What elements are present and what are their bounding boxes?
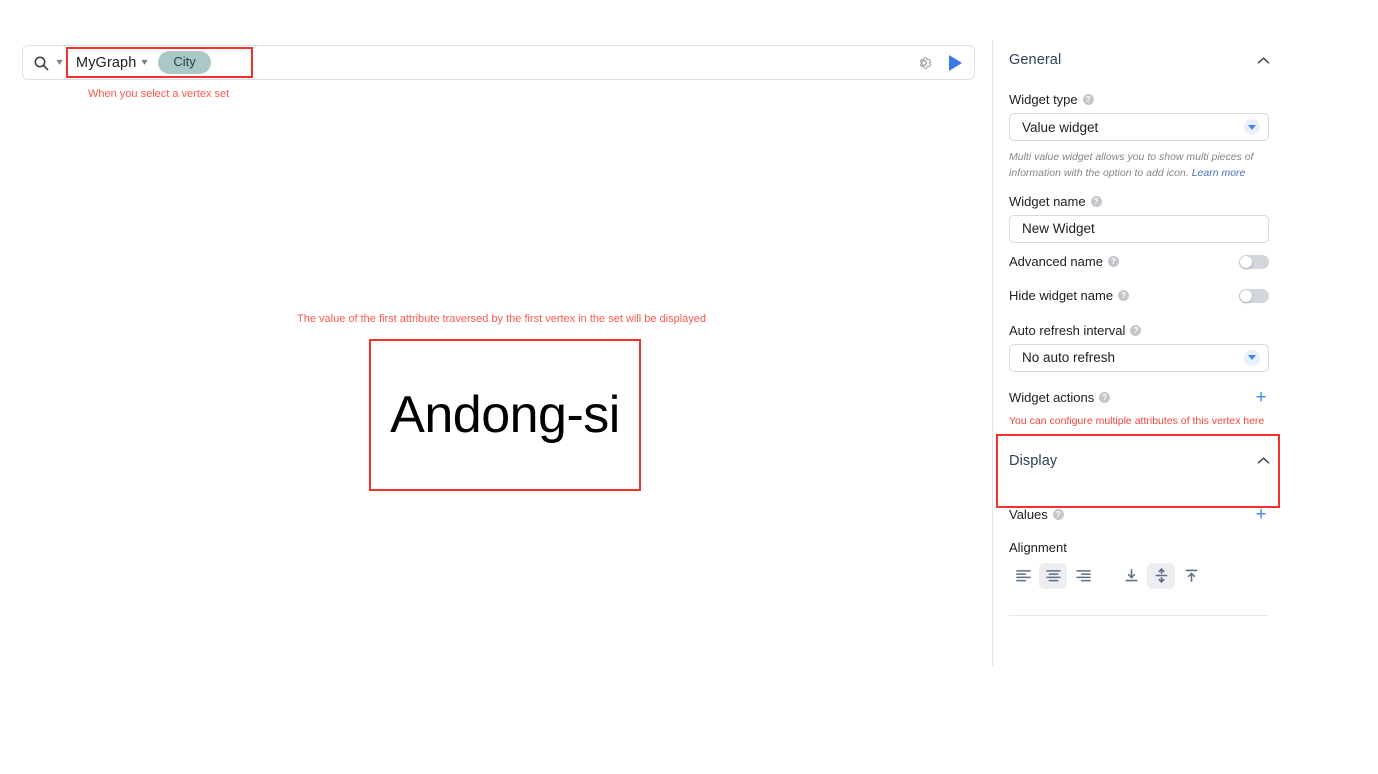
label-hide-widget-name-text: Hide widget name (1009, 288, 1113, 303)
help-icon-values[interactable]: ? (1053, 509, 1064, 520)
label-values-text: Values (1009, 507, 1048, 522)
select-widget-type-value: Value widget (1022, 120, 1244, 135)
search-icon[interactable] (33, 55, 49, 71)
graph-chevron-down-icon[interactable]: ▾ (142, 58, 148, 68)
select-auto-refresh[interactable]: No auto refresh (1009, 344, 1269, 372)
chevron-up-icon-general[interactable] (1257, 56, 1269, 65)
toggle-advanced-name[interactable] (1239, 255, 1269, 269)
annotation-value-description: The value of the first attribute travers… (297, 313, 706, 325)
select-auto-refresh-value: No auto refresh (1022, 350, 1244, 365)
add-widget-action-button[interactable]: + (1253, 388, 1269, 407)
align-left-button[interactable] (1009, 563, 1037, 589)
chevron-down-icon-widget-type[interactable] (1244, 119, 1260, 135)
help-icon-auto-refresh[interactable]: ? (1130, 325, 1141, 336)
input-widget-name-value: New Widget (1022, 221, 1260, 236)
row-values: Values ? + (1009, 505, 1269, 524)
toggle-hide-widget-name[interactable] (1239, 289, 1269, 303)
value-widget-box[interactable]: Andong-si (369, 339, 641, 491)
row-advanced-name[interactable]: Advanced name ? (1009, 247, 1269, 277)
run-query-button[interactable] (949, 55, 962, 71)
label-advanced-name-text: Advanced name (1009, 254, 1103, 269)
learn-more-link[interactable]: Learn more (1192, 167, 1246, 179)
annotation-configure-attributes: You can configure multiple attributes of… (1009, 415, 1264, 427)
help-icon-widget-type[interactable]: ? (1083, 94, 1094, 105)
row-hide-widget-name[interactable]: Hide widget name ? (1009, 281, 1269, 311)
gear-icon[interactable] (915, 54, 933, 72)
panel-divider (1009, 615, 1269, 616)
help-icon-hide-widget-name[interactable]: ? (1118, 290, 1129, 301)
align-bottom-button[interactable] (1117, 563, 1145, 589)
input-widget-name[interactable]: New Widget (1009, 215, 1269, 243)
helper-text-widget-type: Multi value widget allows you to show mu… (1009, 149, 1269, 182)
section-header-display[interactable]: Display (1009, 441, 1269, 481)
label-widget-actions-text: Widget actions (1009, 390, 1094, 405)
label-alignment: Alignment (1009, 540, 1269, 555)
label-widget-name-text: Widget name (1009, 194, 1086, 209)
help-icon-advanced-name[interactable]: ? (1108, 256, 1119, 267)
settings-panel: General Widget type ? Value widget Multi… (992, 40, 1282, 666)
alignment-controls (1009, 563, 1269, 589)
label-widget-type: Widget type ? (1009, 92, 1269, 107)
align-center-button[interactable] (1039, 563, 1067, 589)
label-auto-refresh-text: Auto refresh interval (1009, 323, 1125, 338)
label-auto-refresh: Auto refresh interval ? (1009, 323, 1269, 338)
align-right-button[interactable] (1069, 563, 1097, 589)
chevron-up-icon-display[interactable] (1257, 456, 1269, 465)
add-value-button[interactable]: + (1253, 505, 1269, 524)
select-widget-type[interactable]: Value widget (1009, 113, 1269, 141)
help-icon-widget-name[interactable]: ? (1091, 196, 1102, 207)
chevron-down-icon-auto-refresh[interactable] (1244, 350, 1260, 366)
align-middle-button[interactable] (1147, 563, 1175, 589)
align-top-button[interactable] (1177, 563, 1205, 589)
label-widget-actions: Widget actions ? (1009, 390, 1110, 405)
label-values: Values ? (1009, 507, 1064, 522)
value-widget-text: Andong-si (390, 389, 620, 441)
help-icon-widget-actions[interactable]: ? (1099, 392, 1110, 403)
label-widget-name: Widget name ? (1009, 194, 1269, 209)
graph-name-label[interactable]: MyGraph (76, 55, 136, 71)
query-bar[interactable]: ▾ MyGraph ▾ City (22, 45, 975, 80)
label-hide-widget-name: Hide widget name ? (1009, 288, 1129, 303)
section-header-general[interactable]: General (1009, 40, 1269, 80)
row-widget-actions: Widget actions ? + (1009, 388, 1269, 407)
chevron-down-icon[interactable]: ▾ (56, 58, 62, 68)
annotation-vertex-set: When you select a vertex set (88, 88, 229, 100)
section-title-general: General (1009, 52, 1061, 68)
vertex-set-chip[interactable]: City (158, 51, 210, 74)
label-advanced-name: Advanced name ? (1009, 254, 1119, 269)
section-title-display: Display (1009, 453, 1057, 469)
label-widget-type-text: Widget type (1009, 92, 1078, 107)
